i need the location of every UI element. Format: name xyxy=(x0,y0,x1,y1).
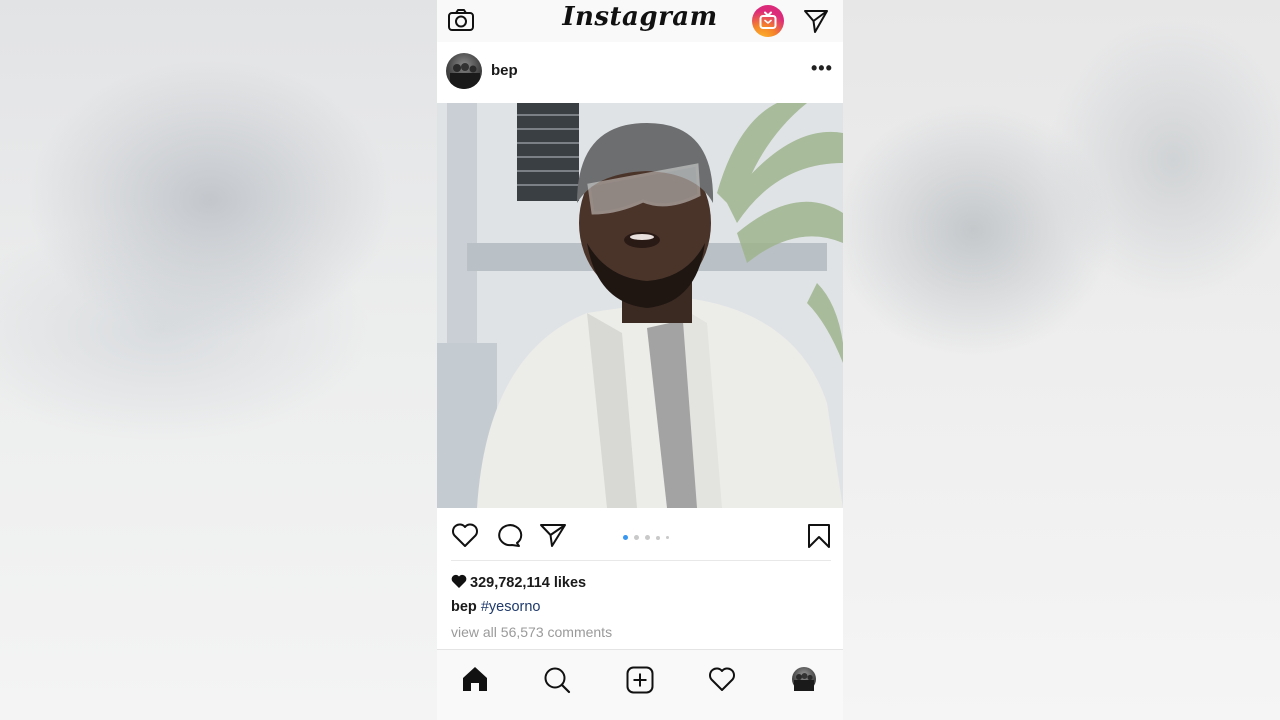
carousel-dot xyxy=(666,536,669,539)
carousel-dot-active xyxy=(623,535,628,540)
likes-count[interactable]: 329,782,114 likes xyxy=(451,574,586,591)
profile-icon[interactable] xyxy=(792,667,816,691)
background-left xyxy=(0,0,437,720)
bookmark-icon[interactable] xyxy=(807,523,831,549)
more-options-icon[interactable]: ••• xyxy=(811,58,833,79)
filled-heart-icon xyxy=(451,574,467,588)
bottom-nav xyxy=(437,649,843,720)
video-frame xyxy=(437,103,843,508)
top-bar: Instagram xyxy=(437,0,843,42)
activity-heart-icon[interactable] xyxy=(708,666,736,692)
carousel-dot xyxy=(645,535,650,540)
avatar[interactable] xyxy=(446,53,482,89)
direct-message-icon[interactable] xyxy=(803,8,829,34)
background-right xyxy=(843,0,1280,720)
view-comments-link[interactable]: view all 56,573 comments xyxy=(451,624,612,640)
post-media[interactable] xyxy=(437,103,843,508)
heart-icon[interactable] xyxy=(451,522,479,548)
divider xyxy=(451,560,831,561)
add-post-icon[interactable] xyxy=(626,666,654,694)
search-icon[interactable] xyxy=(543,666,571,694)
post-actions xyxy=(437,515,843,555)
post-header: bep ••• xyxy=(437,46,843,98)
home-icon[interactable] xyxy=(461,666,489,692)
share-icon[interactable] xyxy=(539,522,567,548)
carousel-dot xyxy=(656,536,660,540)
post-caption: bep #yesorno xyxy=(451,599,540,615)
caption-hashtag[interactable]: #yesorno xyxy=(481,599,541,615)
post-username[interactable]: bep xyxy=(491,62,518,79)
comment-icon[interactable] xyxy=(495,522,523,548)
igtv-icon[interactable] xyxy=(752,5,784,37)
likes-text: 329,782,114 likes xyxy=(470,575,587,591)
caption-username[interactable]: bep xyxy=(451,599,477,615)
instagram-app: Instagram bep ••• 329,782,114 likes bep … xyxy=(437,0,843,720)
carousel-dot xyxy=(634,535,639,540)
